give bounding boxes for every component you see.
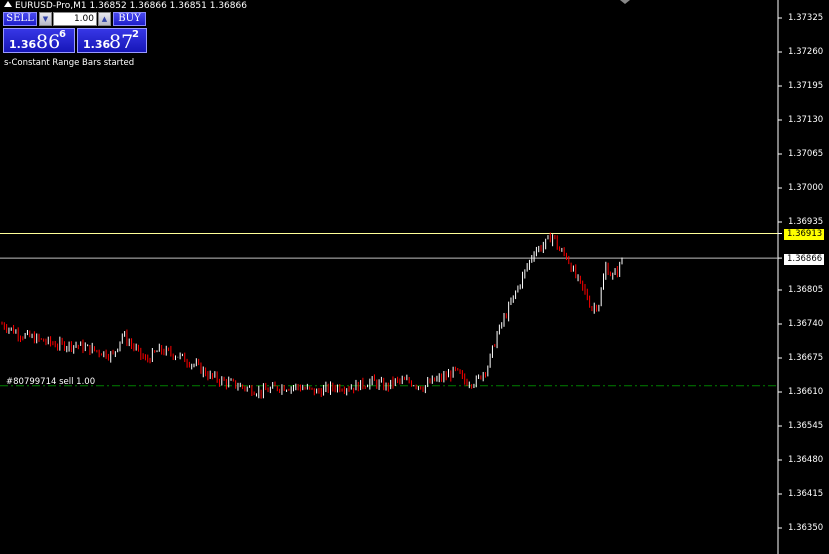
buy-price-prefix: 1.36: [83, 38, 111, 51]
axis-tick-label: 1.37260: [788, 47, 824, 57]
order-label[interactable]: #80799714 sell 1.00: [6, 377, 95, 387]
lot-increase-icon[interactable]: ▲: [98, 12, 111, 26]
symbol-line: EURUSD-Pro,M1 1.36852 1.36866 1.36851 1.…: [15, 1, 247, 11]
sell-price-prefix: 1.36: [9, 38, 37, 51]
axis-tick-label: 1.36740: [788, 319, 824, 329]
collapse-triangle-icon[interactable]: [4, 1, 12, 7]
chart-title: EURUSD-Pro,M1 1.36852 1.36866 1.36851 1.…: [4, 1, 247, 12]
axis-tick-label: 1.36415: [788, 489, 824, 499]
buy-price-sup: 2: [132, 29, 139, 40]
axis-tick-label: 1.37195: [788, 81, 824, 91]
one-click-trading-panel: SELL ▼ 1.00 ▲ BUY 1.36 86 6 1.36 87 2: [2, 12, 148, 55]
buy-button[interactable]: BUY: [113, 12, 146, 26]
axis-tick-label: 1.37130: [788, 115, 824, 125]
axis-tick-label: 1.36610: [788, 387, 824, 397]
lot-decrease-icon[interactable]: ▼: [39, 12, 52, 26]
sell-button[interactable]: SELL: [3, 12, 37, 26]
buy-price-big: 87: [109, 31, 134, 53]
axis-tick-label: 1.36480: [788, 455, 824, 465]
axis-tick-label: 1.36675: [788, 353, 824, 363]
axis-tick-label: 1.36935: [788, 217, 824, 227]
bid-price-tag: 1.36866: [784, 254, 824, 265]
axis-tick-label: 1.37325: [788, 13, 824, 23]
lot-size-input[interactable]: 1.00: [53, 12, 97, 26]
buy-price-button[interactable]: 1.36 87 2: [77, 28, 147, 53]
sell-price-button[interactable]: 1.36 86 6: [3, 28, 75, 53]
axis-tick-label: 1.36545: [788, 421, 824, 431]
axis-tick-label: 1.36350: [788, 523, 824, 533]
axis-tick-label: 1.36805: [788, 285, 824, 295]
ask-price-tag: 1.36913: [784, 229, 824, 240]
price-chart[interactable]: [0, 0, 829, 554]
indicator-status-text: s-Constant Range Bars started: [4, 58, 135, 68]
axis-tick-label: 1.37000: [788, 183, 824, 193]
axis-tick-label: 1.37065: [788, 149, 824, 159]
sell-price-big: 86: [36, 31, 61, 53]
scroll-marker-icon: [620, 0, 630, 4]
sell-price-sup: 6: [59, 29, 66, 40]
